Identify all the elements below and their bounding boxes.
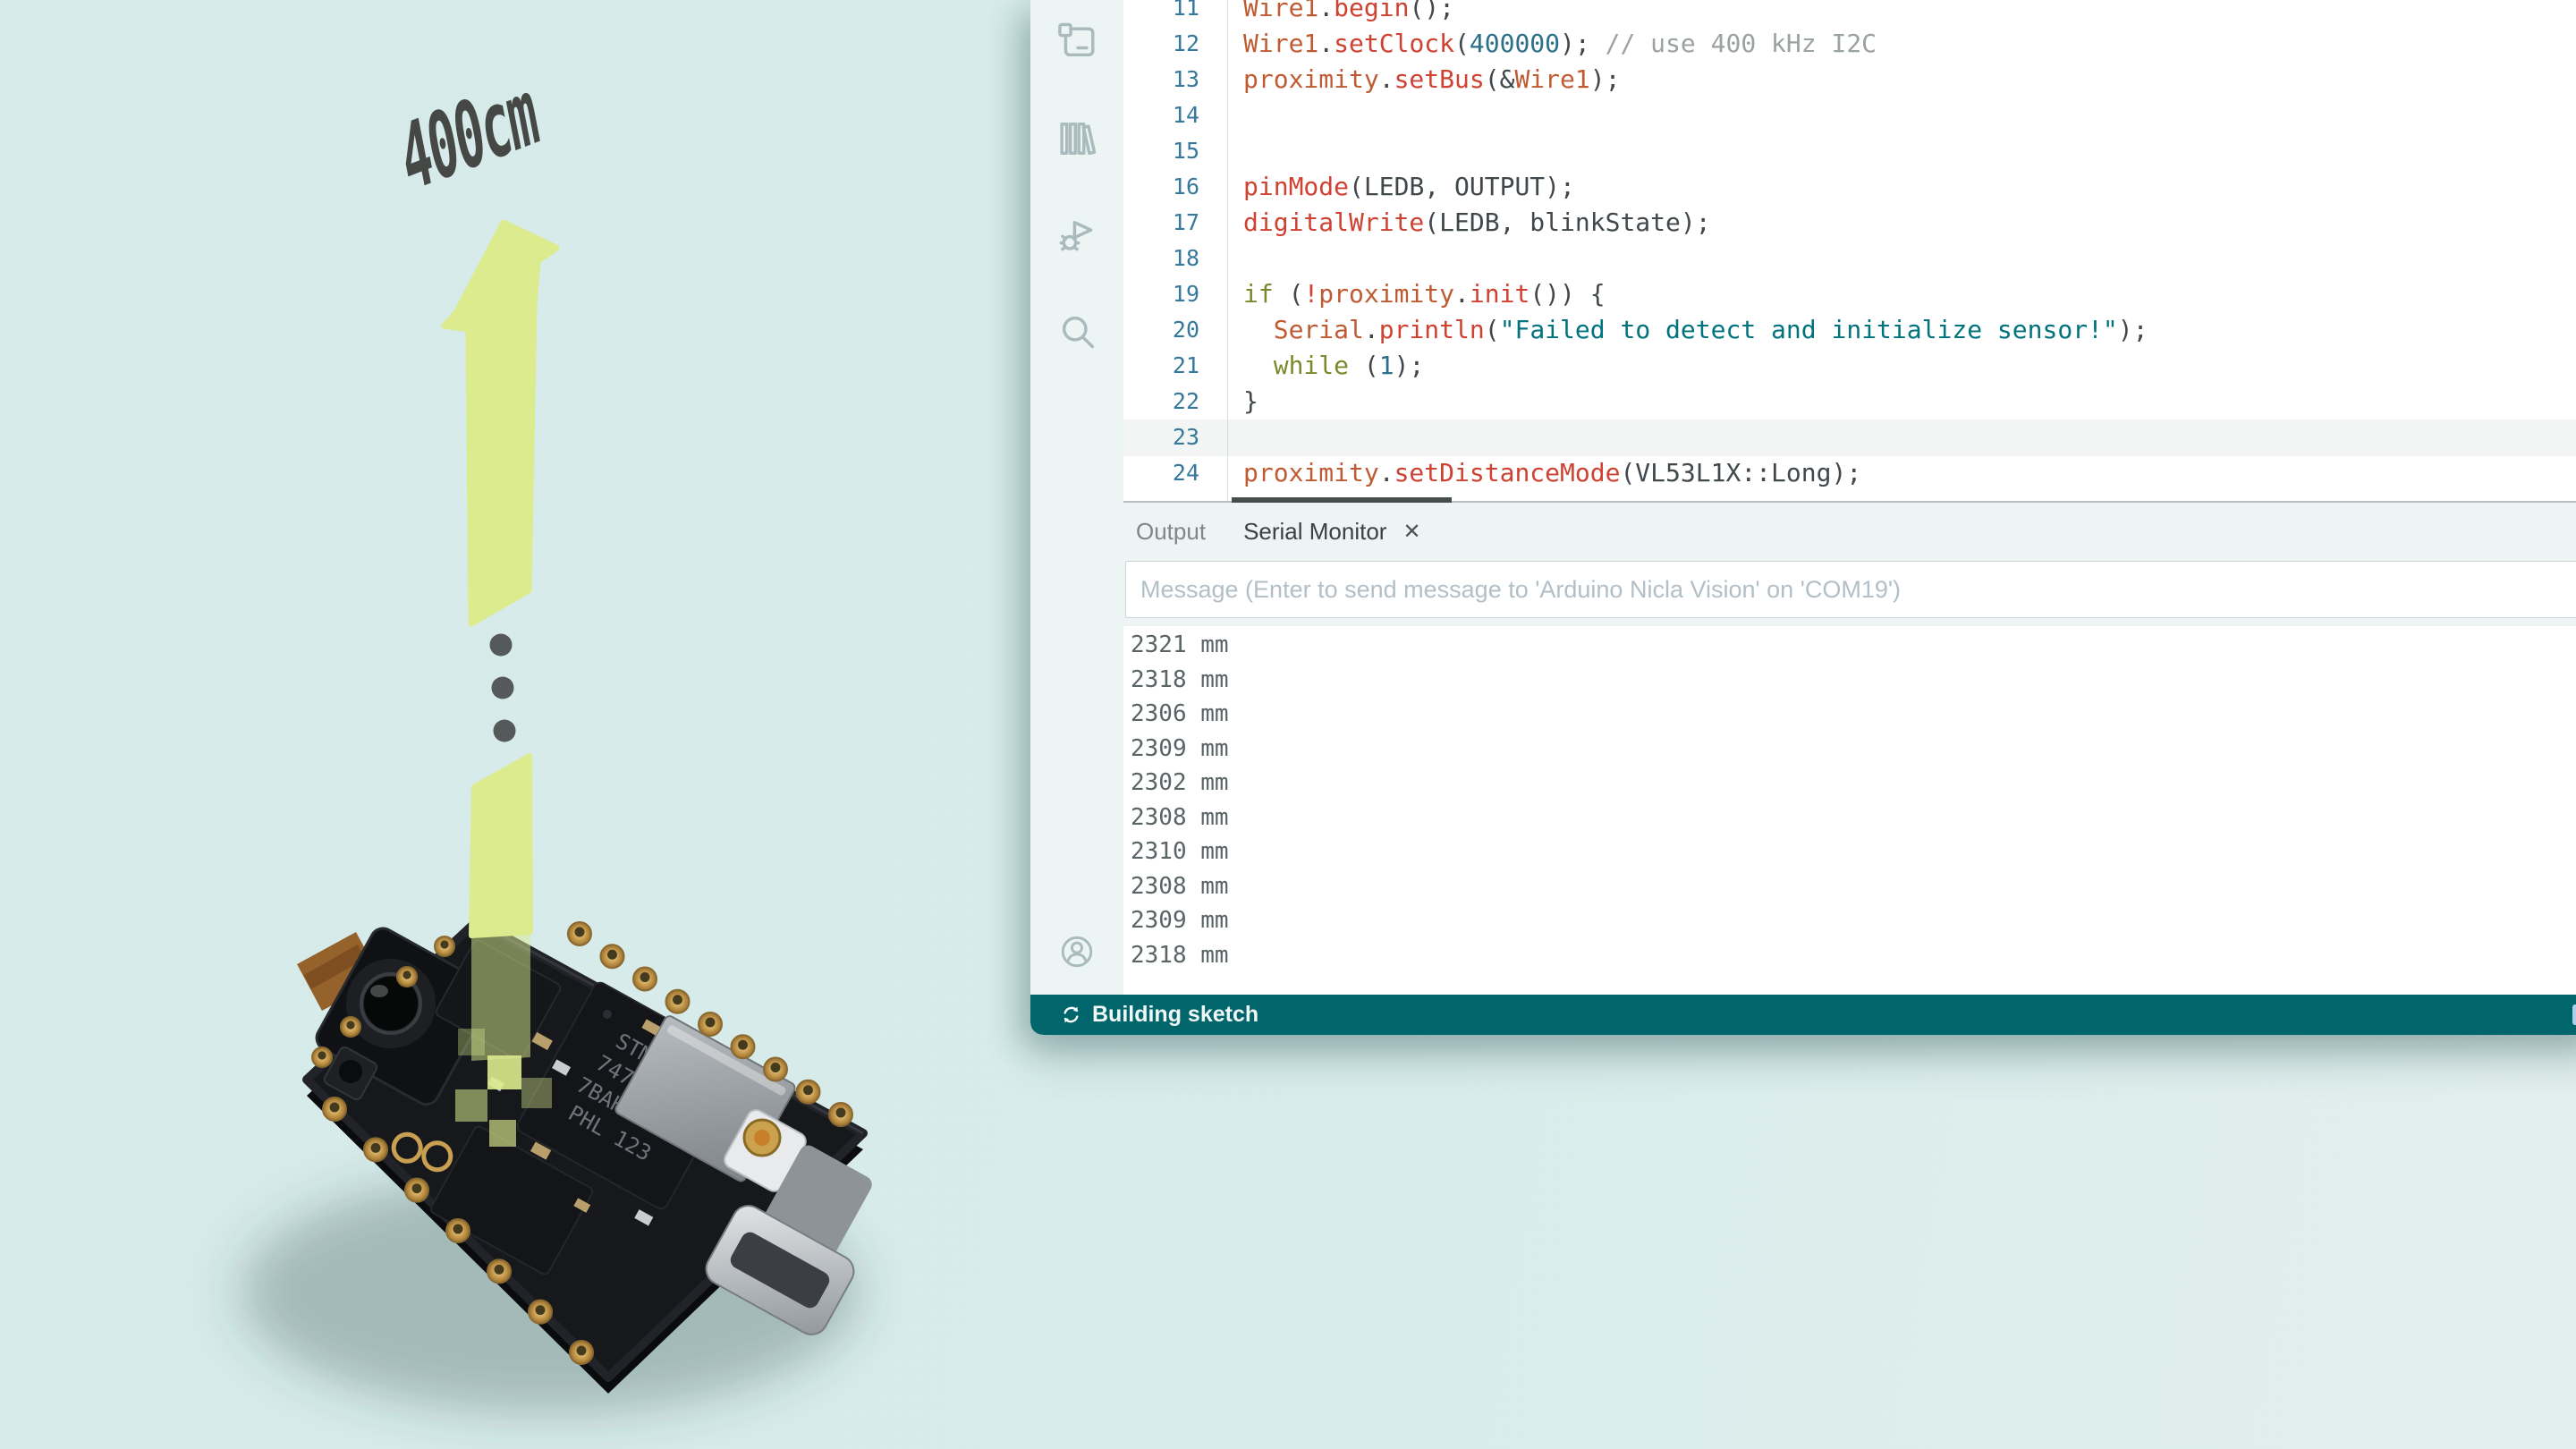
code-line (1243, 97, 2576, 133)
serial-line: 2310 mm (1131, 835, 2576, 869)
line-number: 20 (1123, 312, 1199, 348)
line-number: 21 (1123, 348, 1199, 384)
line-number: 11 (1123, 0, 1199, 26)
line-number: 13 (1123, 62, 1199, 97)
line-number: 12 (1123, 26, 1199, 62)
indent-guide (1227, 0, 1228, 501)
code-line: proximity.setDistanceMode(VL53L1X::Long)… (1243, 455, 2576, 491)
serial-monitor-output[interactable]: 2321 mm2318 mm2306 mm2309 mm2302 mm2308 … (1123, 626, 2576, 995)
code-line: Wire1.begin(); (1243, 0, 2576, 26)
line-number: 18 (1123, 241, 1199, 276)
serial-line: 2308 mm (1131, 869, 2576, 904)
serial-line: 2302 mm (1131, 766, 2576, 801)
code-line: Serial.println("Failed to detect and ini… (1243, 312, 2576, 348)
tab-serial-monitor-label: Serial Monitor (1243, 518, 1386, 546)
status-bar-right-item[interactable] (2572, 1004, 2576, 1025)
serial-line: 2321 mm (1131, 628, 2576, 663)
line-number: 16 (1123, 169, 1199, 205)
code-line (1243, 419, 2576, 455)
proximity-illustration: STM32H 747AJI6 7BAHU V2 PHL 123 (0, 0, 1038, 1449)
range-arrow-head-and-upper-shaft (445, 223, 556, 623)
serial-line: 2308 mm (1131, 801, 2576, 835)
range-arrow-lower-shaft (471, 756, 530, 936)
serial-line: 2318 mm (1131, 938, 2576, 973)
boards-manager-icon[interactable] (1054, 19, 1100, 65)
line-number: 19 (1123, 276, 1199, 312)
status-bar: Building sketch (1030, 995, 2576, 1035)
serial-message-input[interactable] (1125, 561, 2576, 618)
line-number: 15 (1123, 133, 1199, 169)
code-line: while (1); (1243, 348, 2576, 384)
close-icon[interactable]: ✕ (1402, 521, 1420, 543)
status-message: Building sketch (1092, 1002, 1258, 1028)
search-icon[interactable] (1054, 309, 1100, 355)
serial-line: 2309 mm (1131, 732, 2576, 767)
serial-message-row (1123, 561, 2576, 626)
line-number-gutter: 1112131415161718192021222324 (1123, 0, 1199, 491)
line-number: 22 (1123, 384, 1199, 419)
code-line (1243, 133, 2576, 169)
code-line (1243, 241, 2576, 276)
code-editor[interactable]: 1112131415161718192021222324 Wire1.begin… (1123, 0, 2576, 503)
serial-line: 2306 mm (1131, 697, 2576, 732)
account-icon[interactable] (1057, 932, 1097, 971)
code-line: } (1243, 384, 2576, 419)
line-number: 24 (1123, 455, 1199, 491)
line-number: 17 (1123, 205, 1199, 241)
tab-serial-monitor[interactable]: Serial Monitor ✕ (1243, 518, 1421, 546)
serial-line: 2318 mm (1131, 663, 2576, 698)
bottom-panel-tabbar: Output Serial Monitor ✕ (1123, 503, 2576, 561)
arduino-ide-window: 1112131415161718192021222324 Wire1.begin… (1030, 0, 2576, 1035)
library-manager-icon[interactable] (1054, 115, 1100, 162)
tab-output[interactable]: Output (1136, 518, 1206, 546)
arrow-gap-dot (494, 720, 516, 742)
code-line: proximity.setBus(&Wire1); (1243, 62, 2576, 97)
code-line: digitalWrite(LEDB, blinkState); (1243, 205, 2576, 241)
arrow-gap-dot (490, 634, 513, 657)
debug-icon[interactable] (1054, 212, 1100, 258)
code-line: Wire1.setClock(400000); // use 400 kHz I… (1243, 26, 2576, 62)
line-number: 23 (1123, 419, 1199, 455)
code-line: if (!proximity.init()) { (1243, 276, 2576, 312)
sync-icon (1060, 1004, 1082, 1026)
active-tab-indicator (1232, 497, 1452, 503)
code-lines: Wire1.begin();Wire1.setClock(400000); //… (1243, 0, 2576, 491)
ide-sidebar (1030, 0, 1123, 995)
serial-line: 2309 mm (1131, 903, 2576, 938)
line-number: 14 (1123, 97, 1199, 133)
arrow-gap-dot (492, 677, 514, 699)
code-line: pinMode(LEDB, OUTPUT); (1243, 169, 2576, 205)
